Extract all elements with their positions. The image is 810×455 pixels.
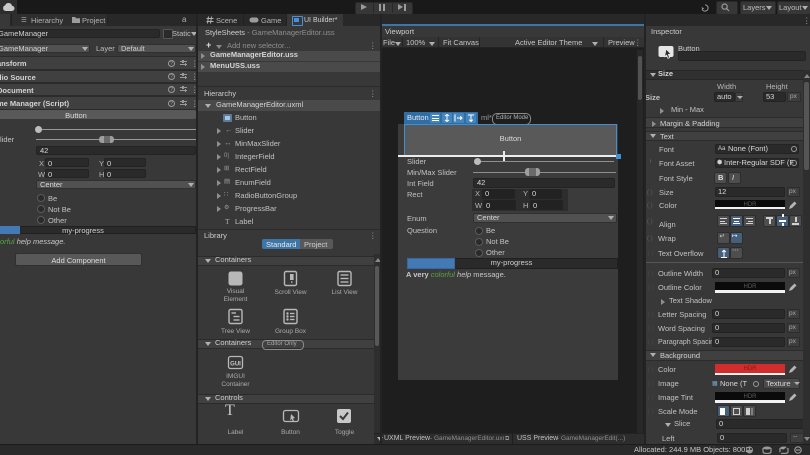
svg-text:GUI: GUI: [230, 362, 241, 368]
